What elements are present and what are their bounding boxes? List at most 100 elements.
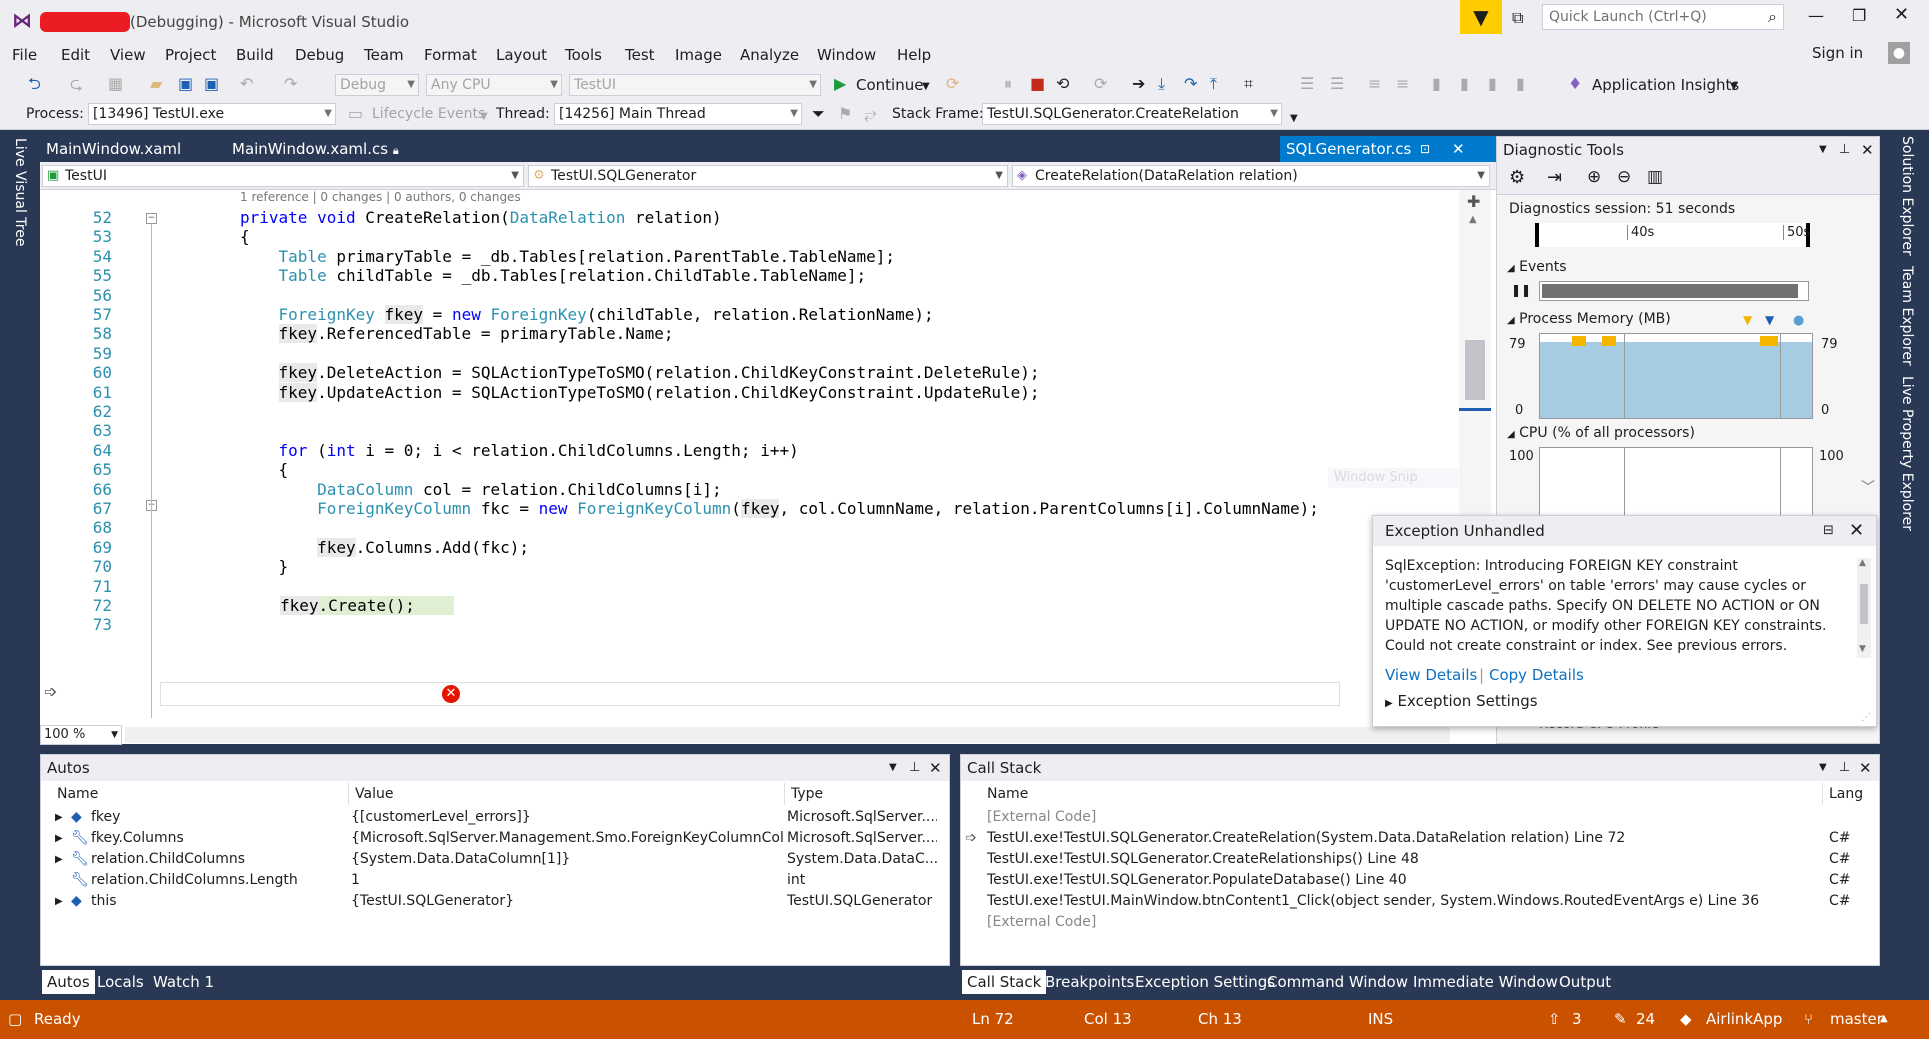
- events-section-header[interactable]: ◢ Events: [1507, 259, 1567, 275]
- step-into-icon[interactable]: ⤓: [1158, 75, 1165, 93]
- code-line[interactable]: fkey.DeleteAction = SQLActionTypeToSMO(r…: [240, 363, 1040, 383]
- pin-icon[interactable]: ⊥: [1839, 755, 1850, 781]
- autos-value[interactable]: {TestUI.SQLGenerator}: [351, 891, 783, 912]
- menu-analyze[interactable]: Analyze: [740, 46, 799, 64]
- hex-display-icon[interactable]: ⌗: [1244, 75, 1253, 93]
- flag-threads-icon[interactable]: ⚑: [838, 105, 852, 123]
- solution-explorer-tab[interactable]: Solution Explorer: [1899, 136, 1915, 256]
- autos-row[interactable]: ▶ ◆ fkey {[customerLevel_errors]} Microsoft.…: [41, 807, 949, 828]
- dock-icon[interactable]: ⊟: [1823, 516, 1834, 546]
- tab-call-stack[interactable]: Call Stack: [962, 970, 1047, 994]
- call-stack-frame[interactable]: TestUI.exe!TestUI.SQLGenerator.PopulateD…: [961, 870, 1879, 891]
- tab-command-window[interactable]: Command Window: [1262, 970, 1413, 994]
- comment-icon[interactable]: ☰: [1300, 75, 1314, 93]
- feedback-icon[interactable]: ⧉: [1512, 8, 1523, 28]
- code-line[interactable]: fkey.Create();: [280, 596, 454, 615]
- cpu-graph[interactable]: [1539, 447, 1813, 517]
- tab-exception-settings[interactable]: Exception Settings: [1130, 970, 1280, 994]
- tab-mainwindow-xaml-cs[interactable]: MainWindow.xaml.cs 🔒︎: [226, 136, 405, 162]
- menu-debug[interactable]: Debug: [295, 46, 344, 64]
- zoom-in-icon[interactable]: ⊕: [1587, 167, 1601, 187]
- split-icon[interactable]: ✚: [1467, 192, 1480, 211]
- call-stack-frame[interactable]: [External Code]: [961, 807, 1879, 828]
- navigate-back-icon[interactable]: ⮌: [28, 75, 41, 93]
- continue-button[interactable]: Continue: [856, 76, 923, 94]
- step-out-icon[interactable]: ⤒: [1210, 75, 1217, 93]
- project-nav-select[interactable]: ▣ TestUI ▼: [42, 165, 524, 187]
- chevron-down-icon[interactable]: ▼: [1819, 755, 1827, 781]
- live-visual-tree-tab[interactable]: Live Visual Tree: [12, 138, 28, 246]
- close-icon[interactable]: ✕: [929, 755, 942, 781]
- expand-arrow-icon[interactable]: ▶: [55, 828, 63, 849]
- autos-value[interactable]: {System.Data.DataColumn[1]}: [351, 849, 783, 870]
- team-explorer-tab[interactable]: Team Explorer: [1899, 266, 1915, 366]
- select-tools-icon[interactable]: ⇥: [1547, 167, 1562, 188]
- status-pending-count[interactable]: 24: [1636, 1010, 1655, 1028]
- redo-icon[interactable]: ↷: [284, 75, 297, 93]
- chevron-down-icon[interactable]: ▼: [480, 108, 488, 126]
- expand-arrow-icon[interactable]: ▶: [55, 807, 63, 828]
- status-branch[interactable]: master: [1830, 1010, 1883, 1028]
- tab-locals[interactable]: Locals: [92, 970, 149, 994]
- member-nav-select[interactable]: ◈ CreateRelation(DataRelation relation) ▼: [1012, 165, 1490, 187]
- cpu-section-header[interactable]: ◢ CPU (% of all processors): [1507, 425, 1695, 441]
- chevron-down-icon[interactable]: ▼: [1290, 110, 1298, 128]
- menu-image[interactable]: Image: [675, 46, 722, 64]
- resize-grip-icon[interactable]: ⋰: [1861, 712, 1871, 723]
- branch-icon[interactable]: ⑂: [1804, 1010, 1813, 1028]
- code-line[interactable]: ForeignKey fkey = new ForeignKey(childTa…: [240, 305, 934, 324]
- menu-project[interactable]: Project: [165, 46, 216, 64]
- apply-code-changes-icon[interactable]: ⟳: [1094, 75, 1107, 93]
- scroll-up-icon[interactable]: ▲: [1859, 558, 1866, 568]
- menu-help[interactable]: Help: [897, 46, 931, 64]
- new-project-icon[interactable]: ▦: [108, 75, 123, 93]
- view-details-link[interactable]: View Details: [1385, 666, 1477, 684]
- call-stack-col-lang[interactable]: Lang: [1823, 783, 1879, 805]
- indent-icon[interactable]: ≡: [1368, 75, 1381, 93]
- lifecycle-events-icon[interactable]: ▭: [348, 105, 363, 123]
- process-select[interactable]: [13496] TestUI.exe ▼: [88, 103, 336, 125]
- code-line[interactable]: for (int i = 0; i < relation.ChildColumn…: [240, 441, 799, 460]
- chevron-up-icon[interactable]: ▲: [1880, 1013, 1888, 1024]
- stop-debugging-icon[interactable]: ■: [1030, 75, 1045, 93]
- menu-file[interactable]: File: [12, 46, 37, 64]
- pin-icon[interactable]: ⊥: [1839, 137, 1850, 163]
- show-threads-icon[interactable]: ⥂: [864, 105, 877, 123]
- continue-play-icon[interactable]: ▶: [834, 75, 846, 93]
- close-tab-icon[interactable]: ✕: [1452, 136, 1465, 162]
- code-line[interactable]: Table childTable = _db.Tables[relation.C…: [240, 266, 867, 285]
- code-line[interactable]: }: [240, 557, 289, 576]
- autos-row[interactable]: 🔧︎ relation.ChildColumns.Length 1 int: [41, 870, 949, 891]
- call-stack-frame[interactable]: [External Code]: [961, 912, 1879, 933]
- uncomment-icon[interactable]: ☰: [1330, 75, 1344, 93]
- call-stack-frame[interactable]: TestUI.exe!TestUI.SQLGenerator.CreateRel…: [961, 849, 1879, 870]
- autos-value[interactable]: {Microsoft.SqlServer.Management.Smo.Fore…: [351, 828, 783, 849]
- zoom-out-icon[interactable]: ⊖: [1617, 167, 1631, 187]
- process-memory-graph[interactable]: [1539, 333, 1813, 419]
- tab-mainwindow-xaml[interactable]: MainWindow.xaml: [40, 136, 187, 162]
- autos-row[interactable]: ▶ 🔧︎ relation.ChildColumns {System.Data.Dat…: [41, 849, 949, 870]
- save-icon[interactable]: ▣: [178, 75, 193, 93]
- autos-col-type[interactable]: Type: [785, 783, 935, 805]
- menu-window[interactable]: Window: [817, 46, 876, 64]
- pause-events-icon[interactable]: ❚❚: [1511, 283, 1531, 297]
- thread-select[interactable]: [14256] Main Thread ▼: [554, 103, 802, 125]
- scroll-down-icon[interactable]: ▼: [1859, 644, 1866, 654]
- timeline-ruler[interactable]: 40s 50s: [1535, 223, 1810, 247]
- menu-view[interactable]: View: [110, 46, 146, 64]
- code-line[interactable]: DataColumn col = relation.ChildColumns[i…: [240, 480, 722, 499]
- maximize-button[interactable]: ❐: [1852, 6, 1866, 25]
- show-next-statement-icon[interactable]: ➔: [1132, 75, 1145, 93]
- autos-row[interactable]: ▶ 🔧︎ fkey.Columns {Microsoft.SqlServer.Mana…: [41, 828, 949, 849]
- sign-in-link[interactable]: Sign in: [1812, 44, 1863, 62]
- autos-row[interactable]: ▶ ◆ this {TestUI.SQLGenerator} TestUI.SQLGen…: [41, 891, 949, 912]
- undo-icon[interactable]: ↶: [240, 75, 253, 93]
- menu-edit[interactable]: Edit: [61, 46, 90, 64]
- tab-watch-1[interactable]: Watch 1: [148, 970, 219, 994]
- editor-horizontal-scrollbar[interactable]: [125, 727, 1450, 743]
- process-memory-section-header[interactable]: ◢ Process Memory (MB): [1507, 311, 1671, 327]
- menu-tools[interactable]: Tools: [565, 46, 602, 64]
- stack-frame-select[interactable]: TestUI.SQLGenerator.CreateRelation ▼: [982, 103, 1282, 125]
- menu-layout[interactable]: Layout: [496, 46, 547, 64]
- startup-project-select[interactable]: TestUI ▼: [569, 74, 821, 96]
